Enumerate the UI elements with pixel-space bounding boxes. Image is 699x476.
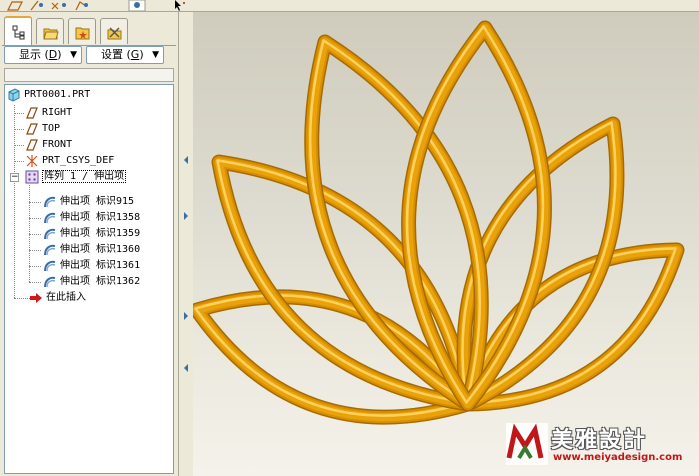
sweep-feature-icon xyxy=(43,275,57,289)
tree-item-datum-front[interactable]: FRONT xyxy=(25,137,72,153)
select-cursor-button[interactable] xyxy=(170,0,192,11)
graphics-viewport[interactable] xyxy=(193,12,699,476)
lotus-petal-model[interactable] xyxy=(193,12,699,476)
navigator-panel: 显示 (D) ▼ 设置 (G) ▼ PRT0001.PRT RIGHT TOP … xyxy=(0,12,178,476)
settings-menu-suffix: ) xyxy=(139,48,144,61)
sweep-feature-icon xyxy=(43,195,57,209)
sweep-feature-icon xyxy=(43,227,57,241)
tree-item-label: RIGHT xyxy=(42,107,73,118)
tree-filter-bar[interactable] xyxy=(4,68,174,82)
watermark-url: www.meiyadesign.com xyxy=(553,452,683,463)
tree-expander-minus[interactable]: − xyxy=(10,173,19,182)
coordinate-system-icon xyxy=(75,1,88,11)
tree-item-feature[interactable]: 伸出项 标识1358 xyxy=(43,210,140,226)
tree-connector xyxy=(14,105,15,298)
watermark: 美雅設計 www.meiyadesign.com xyxy=(505,420,695,472)
spin-center-toggle-button[interactable] xyxy=(126,0,148,11)
tree-item-label: 在此插入 xyxy=(46,292,86,303)
tree-item-label: 伸出项 标识1362 xyxy=(60,276,141,287)
cursor-arrow-icon xyxy=(175,0,185,11)
tree-item-label: 伸出项 标识1358 xyxy=(60,212,141,223)
tree-connector xyxy=(14,129,24,130)
tree-item-feature[interactable]: 伸出项 标识915 xyxy=(43,194,134,210)
model-tree: PRT0001.PRT RIGHT TOP FRONT PRT_CSYS_DEF… xyxy=(4,84,174,474)
tree-connector xyxy=(29,250,41,251)
model-tree-icon xyxy=(12,25,25,40)
pro-engineer-window: 显示 (D) ▼ 设置 (G) ▼ PRT0001.PRT RIGHT TOP … xyxy=(0,0,699,476)
show-menu-button[interactable]: 显示 (D) ▼ xyxy=(4,46,82,64)
tree-item-label: 伸出项 标识915 xyxy=(60,196,135,207)
datum-axis-icon xyxy=(30,0,43,11)
tree-item-feature[interactable]: 伸出项 标识1360 xyxy=(43,242,140,258)
datum-axes-toggle-button[interactable] xyxy=(26,0,48,11)
tree-connector xyxy=(14,145,24,146)
tree-item-label: FRONT xyxy=(42,139,73,150)
expand-right-icon[interactable] xyxy=(182,312,190,320)
datum-planes-toggle-button[interactable] xyxy=(4,0,26,11)
navigator-tabs xyxy=(2,16,176,46)
coordinate-system-icon xyxy=(25,154,39,168)
collapse-left-icon[interactable] xyxy=(182,156,190,164)
display-toolbar xyxy=(0,0,699,12)
tree-item-label: 伸出项 标识1361 xyxy=(60,260,141,271)
tab-folder-browser[interactable] xyxy=(36,18,64,44)
settings-menu-label: 设置 ( xyxy=(101,48,131,61)
tree-item-label: 伸出项 标识1360 xyxy=(60,244,141,255)
tree-connector xyxy=(29,218,41,219)
show-menu-label: 显示 ( xyxy=(19,48,49,61)
part-icon xyxy=(7,88,21,102)
tree-item-datum-right[interactable]: RIGHT xyxy=(25,105,72,121)
tree-item-feature[interactable]: 伸出项 标识1359 xyxy=(43,226,140,242)
tree-item-csys[interactable]: PRT_CSYS_DEF xyxy=(25,153,114,169)
tab-model-tree[interactable] xyxy=(4,16,32,46)
datum-plane-icon xyxy=(25,122,39,136)
chevron-down-icon: ▼ xyxy=(70,50,77,60)
spin-center-icon xyxy=(128,0,146,11)
collapse-left-icon[interactable] xyxy=(182,364,190,372)
tree-item-datum-top[interactable]: TOP xyxy=(25,121,60,137)
tree-connector xyxy=(29,282,41,283)
tab-favorites[interactable] xyxy=(68,18,96,44)
sweep-feature-icon xyxy=(43,243,57,257)
tree-item-label: 伸出项 标识1359 xyxy=(60,228,141,239)
sweep-feature-icon xyxy=(43,211,57,225)
tree-item-root[interactable]: PRT0001.PRT xyxy=(7,87,90,103)
sweep-feature-icon xyxy=(43,259,57,273)
tree-connector xyxy=(14,161,24,162)
insert-arrow-icon xyxy=(29,291,43,305)
pattern-icon xyxy=(25,170,39,184)
show-menu-hotkey: D xyxy=(48,48,58,61)
tree-connector xyxy=(14,298,30,299)
tree-connector xyxy=(29,266,41,267)
expand-right-icon[interactable] xyxy=(182,212,190,220)
favorites-folder-icon xyxy=(75,27,90,40)
folder-browser-icon xyxy=(43,28,59,40)
show-menu-suffix: ) xyxy=(57,48,62,61)
watermark-title: 美雅設計 xyxy=(551,428,648,453)
meiya-logo-icon xyxy=(506,423,548,465)
tree-item-label: PRT0001.PRT xyxy=(24,89,91,100)
panel-splitter[interactable] xyxy=(178,12,193,476)
tree-item-feature[interactable]: 伸出项 标识1361 xyxy=(43,258,140,274)
tree-item-feature[interactable]: 伸出项 标识1362 xyxy=(43,274,140,290)
tree-item-pattern[interactable]: 阵列 1 / 伸出项 xyxy=(25,169,127,185)
tree-item-label: 阵列 1 / 伸出项 xyxy=(42,170,127,183)
datum-point-icon xyxy=(51,2,66,10)
tree-menus: 显示 (D) ▼ 设置 (G) ▼ xyxy=(4,46,174,64)
tree-connector xyxy=(29,202,41,203)
tree-connector xyxy=(29,234,41,235)
csys-toggle-button[interactable] xyxy=(70,0,92,11)
datum-plane-icon xyxy=(25,106,39,120)
datum-plane-icon xyxy=(7,1,23,11)
tree-connector xyxy=(14,113,24,114)
settings-menu-button[interactable]: 设置 (G) ▼ xyxy=(86,46,164,64)
datum-plane-icon xyxy=(25,138,39,152)
tree-item-label: TOP xyxy=(42,123,61,134)
tree-item-label: PRT_CSYS_DEF xyxy=(42,155,115,166)
chevron-down-icon: ▼ xyxy=(152,50,159,60)
datum-points-toggle-button[interactable] xyxy=(48,0,70,11)
tab-connections[interactable] xyxy=(100,18,128,44)
connections-icon xyxy=(107,27,122,40)
tree-item-insert-here[interactable]: 在此插入 xyxy=(29,290,86,306)
